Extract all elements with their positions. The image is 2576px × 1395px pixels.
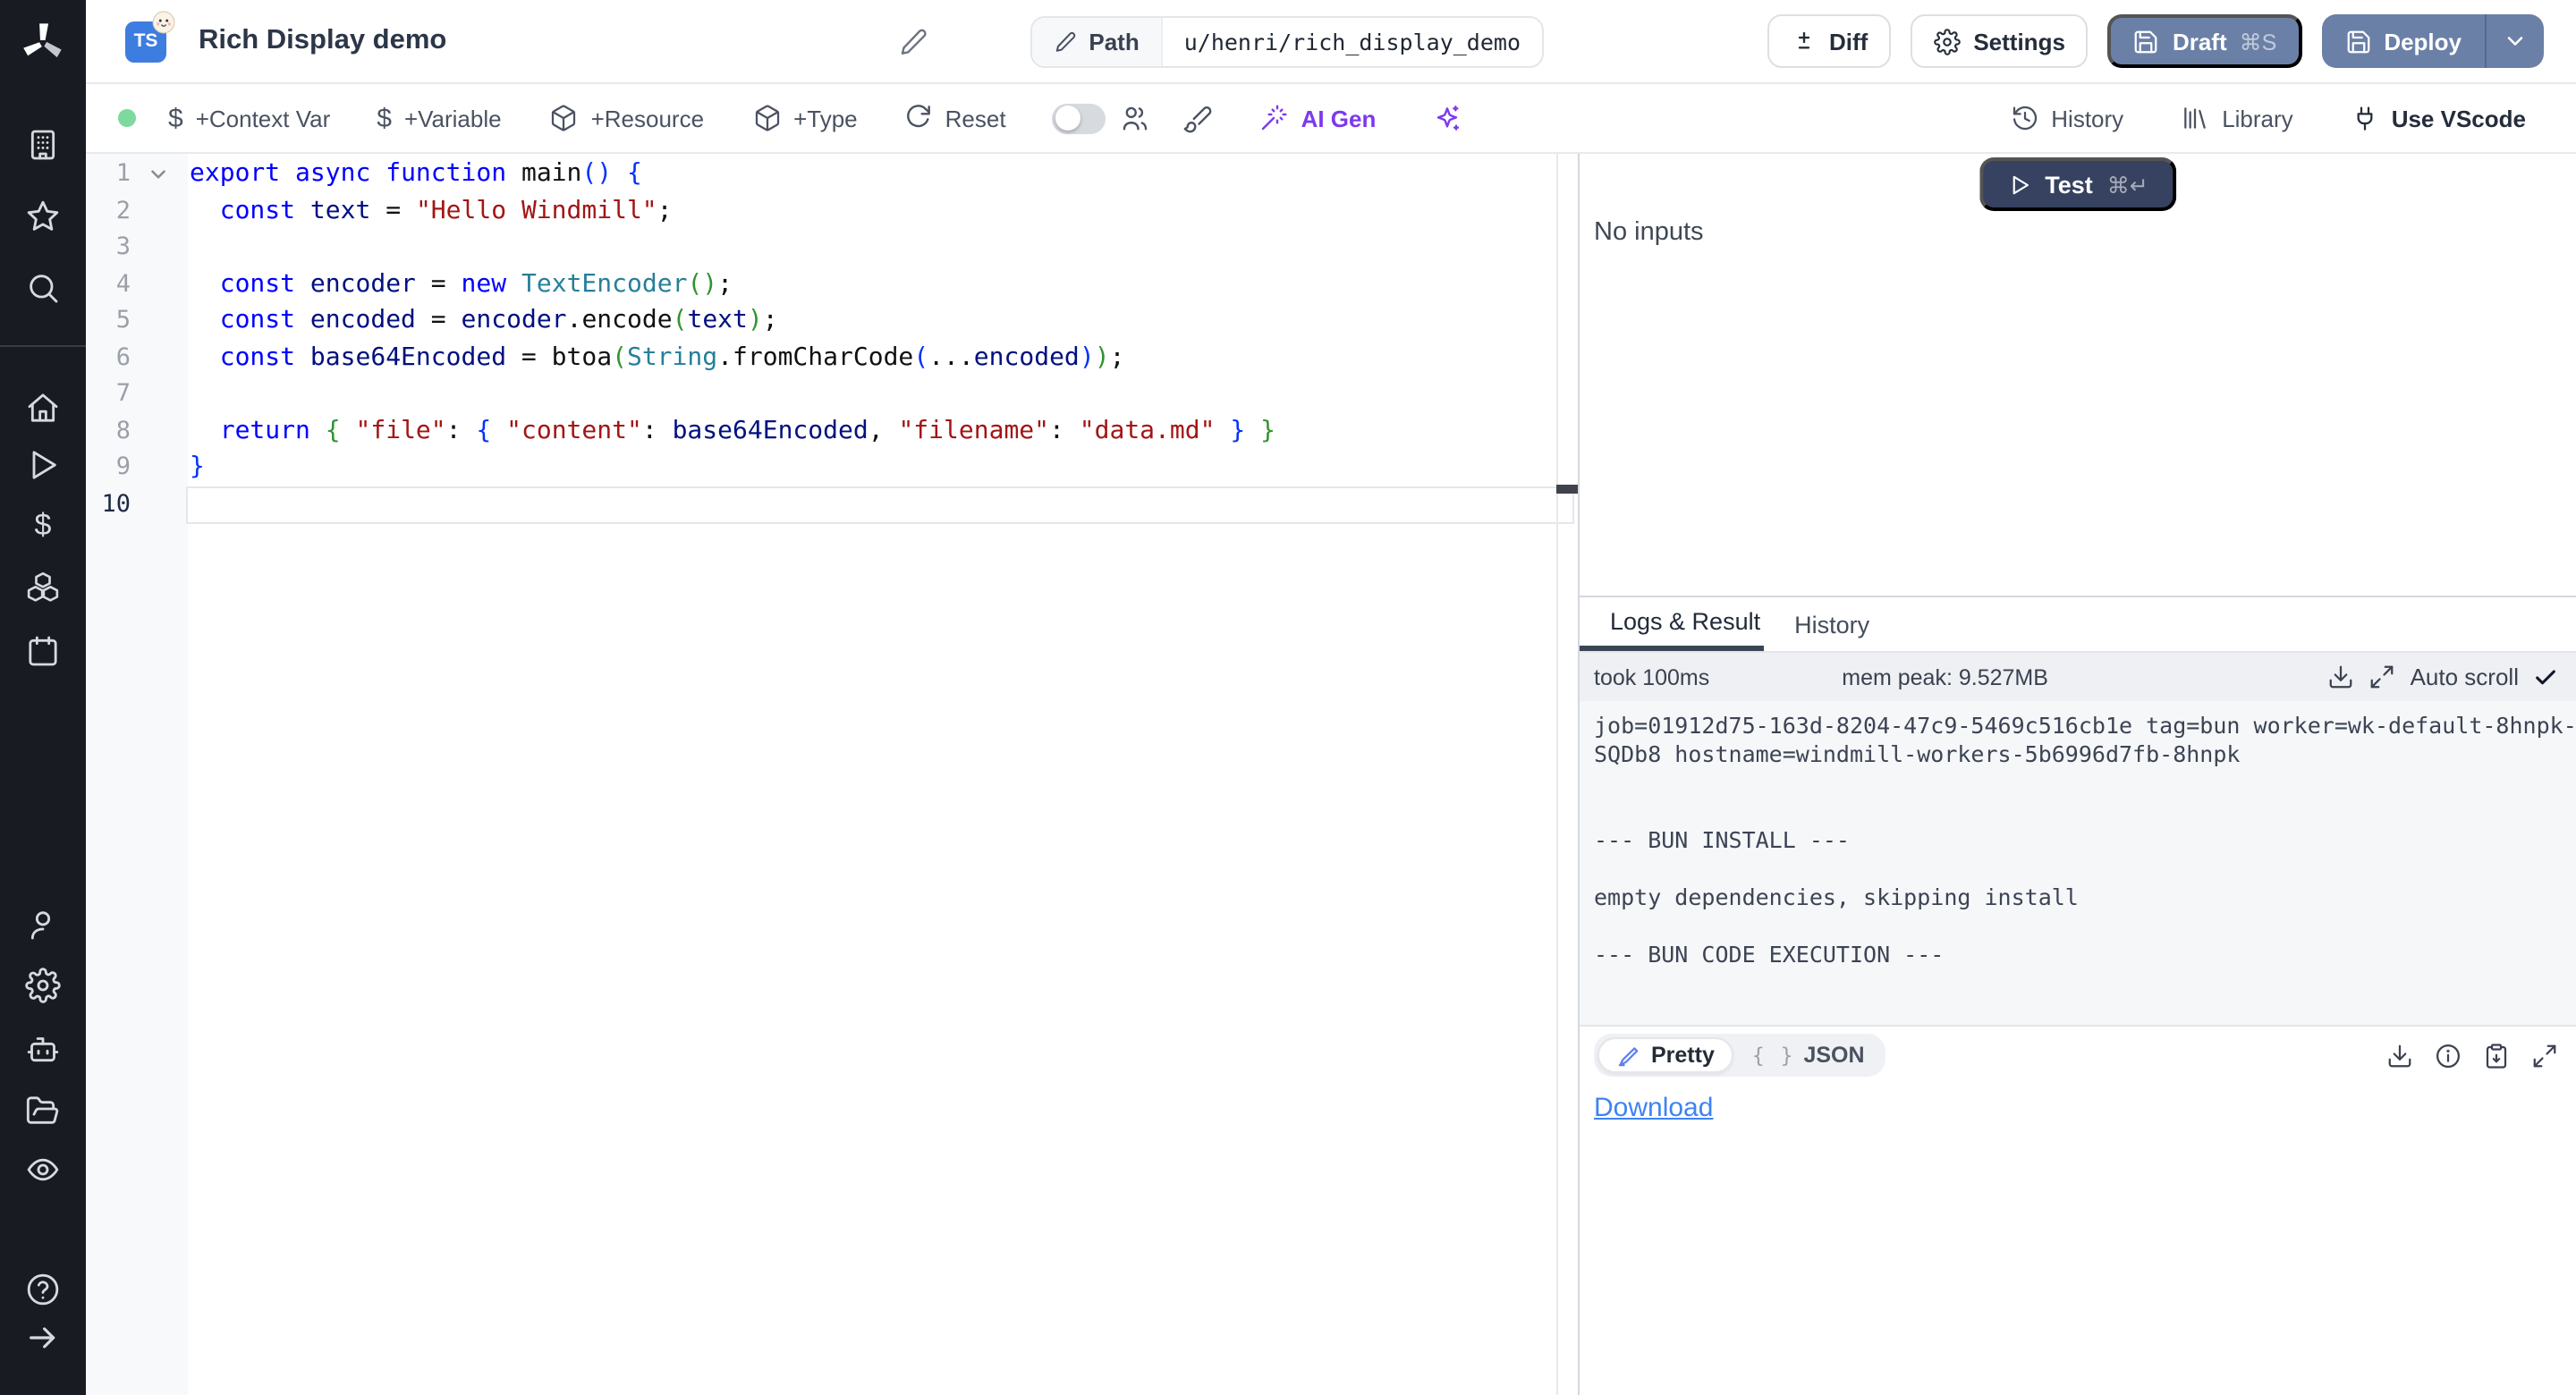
pencil-icon <box>1053 30 1076 53</box>
deploy-dropdown-button[interactable] <box>2485 14 2544 68</box>
braces-icon: { } <box>1752 1043 1795 1068</box>
expand-logs-icon[interactable] <box>2369 664 2396 690</box>
test-shortcut: ⌘↵ <box>2107 171 2148 198</box>
topbar: TS Rich Display demo Path u/henri/rich_d… <box>86 0 2576 84</box>
test-button[interactable]: Test ⌘↵ <box>1979 157 2177 211</box>
users-icon[interactable] <box>1121 103 1151 133</box>
path-value[interactable]: u/henri/rich_display_demo <box>1163 17 1542 65</box>
sidebar-item-settings[interactable] <box>25 968 61 1003</box>
emoji-face-icon <box>152 10 175 33</box>
path-label: Path <box>1031 17 1162 65</box>
result-viewer: Pretty { } JSON <box>1580 1025 2576 1395</box>
add-resource-button[interactable]: +Resource <box>550 104 704 132</box>
dollar-icon: $ <box>377 103 392 133</box>
magic-wand-icon <box>1260 104 1289 132</box>
sidebar-item-search[interactable] <box>25 270 61 306</box>
dollar-icon: $ <box>168 103 183 133</box>
code-lines[interactable]: export async function main() { const tex… <box>190 156 1553 522</box>
download-result-icon[interactable] <box>2386 1042 2413 1069</box>
refresh-icon <box>904 104 933 132</box>
sidebar-divider <box>0 345 86 347</box>
path-field[interactable]: Path u/henri/rich_display_demo <box>1030 15 1544 67</box>
package-icon <box>752 104 781 132</box>
library-icon <box>2181 104 2209 132</box>
use-vscode-button[interactable]: Use VScode <box>2351 104 2526 132</box>
download-logs-icon[interactable] <box>2328 664 2355 690</box>
inputs-panel: Test ⌘↵ No inputs <box>1580 154 2576 596</box>
line-numbers: 12345678910 <box>86 156 131 522</box>
view-pretty-button[interactable]: Pretty <box>1597 1037 1734 1073</box>
diff-icon <box>1790 28 1817 55</box>
sidebar-item-audit-logs[interactable] <box>25 1152 61 1188</box>
windmill-app: $ TS <box>0 0 2576 1395</box>
sidebar-item-home[interactable] <box>25 390 61 426</box>
sidebar-item-schedules[interactable] <box>25 633 61 669</box>
package-icon <box>550 104 579 132</box>
history-icon <box>2010 104 2038 132</box>
add-variable-button[interactable]: $ +Variable <box>377 103 501 133</box>
view-json-button[interactable]: { } JSON <box>1734 1039 1883 1071</box>
result-view-switch: Pretty { } JSON <box>1594 1034 1886 1077</box>
sidebar-item-help[interactable] <box>25 1272 61 1307</box>
settings-button[interactable]: Settings <box>1911 14 2089 68</box>
edit-title-pencil-icon[interactable] <box>897 26 928 56</box>
run-panel: Test ⌘↵ No inputs Logs & Result History … <box>1580 154 2576 1395</box>
add-type-button[interactable]: +Type <box>752 104 858 132</box>
code-editor[interactable]: 12345678910 export async function main()… <box>86 154 1580 1395</box>
draft-button[interactable]: Draft ⌘S <box>2108 14 2301 68</box>
diff-mode-toggle[interactable] <box>1053 103 1106 133</box>
fold-chevron-icon[interactable] <box>147 163 170 186</box>
results-panel: Logs & Result History took 100ms mem pea… <box>1580 596 2576 1395</box>
auto-scroll-label[interactable]: Auto scroll <box>2411 664 2519 690</box>
results-tabs: Logs & Result History <box>1580 597 2576 653</box>
deploy-split-button: Deploy <box>2321 14 2544 68</box>
sidebar: $ <box>0 0 86 1395</box>
page-title: Rich Display demo <box>199 25 446 57</box>
sidebar-item-workspace[interactable] <box>25 127 61 163</box>
sparkles-icon[interactable] <box>1433 104 1462 132</box>
sidebar-item-resources[interactable] <box>25 571 61 606</box>
deploy-button[interactable]: Deploy <box>2321 14 2485 68</box>
typescript-badge-icon: TS <box>125 21 166 62</box>
save-icon <box>2133 28 2160 55</box>
tab-history[interactable]: History <box>1791 597 1873 651</box>
add-context-var-button[interactable]: $ +Context Var <box>168 103 330 133</box>
editor-toolbar: $ +Context Var $ +Variable +Resource +Ty… <box>86 84 2576 154</box>
sidebar-item-workers[interactable] <box>25 1032 61 1068</box>
play-icon <box>2007 173 2030 196</box>
gear-icon <box>1934 28 1961 55</box>
info-icon[interactable] <box>2435 1042 2462 1069</box>
sidebar-expand-icon[interactable] <box>25 1320 61 1356</box>
overview-ruler-cursor-mark <box>1556 485 1578 493</box>
job-log-output[interactable]: job=01912d75-163d-8204-47c9-5469c516cb1e… <box>1580 701 2576 1025</box>
chevron-down-icon <box>2503 29 2528 54</box>
sidebar-item-runs[interactable] <box>25 447 61 483</box>
save-icon <box>2344 28 2371 55</box>
copy-clipboard-icon[interactable] <box>2483 1042 2510 1069</box>
status-dot-icon <box>118 109 136 127</box>
reset-button[interactable]: Reset <box>904 104 1006 132</box>
tab-logs-result[interactable]: Logs & Result <box>1580 597 1764 651</box>
quill-pen-icon <box>1617 1043 1642 1068</box>
expand-result-icon[interactable] <box>2531 1042 2558 1069</box>
auto-scroll-check-icon[interactable] <box>2533 664 2558 689</box>
windmill-logo-icon[interactable] <box>20 20 66 66</box>
no-inputs-label: No inputs <box>1594 218 1704 247</box>
diff-button[interactable]: Diff <box>1767 14 1891 68</box>
sidebar-item-favorites[interactable] <box>25 199 61 234</box>
ai-gen-button[interactable]: AI Gen <box>1260 104 1377 132</box>
download-result-link[interactable]: Download <box>1594 1093 1713 1123</box>
library-button[interactable]: Library <box>2181 104 2293 132</box>
format-brush-icon[interactable] <box>1183 103 1214 133</box>
sidebar-item-variables[interactable]: $ <box>25 508 61 544</box>
overview-ruler <box>1556 154 1558 1395</box>
took-label: took 100ms <box>1594 664 1709 689</box>
plug-icon <box>2351 104 2379 132</box>
run-meta-bar: took 100ms mem peak: 9.527MB Auto scroll <box>1580 653 2576 701</box>
draft-shortcut: ⌘S <box>2240 28 2277 55</box>
sidebar-item-users[interactable] <box>25 907 61 943</box>
mem-peak-label: mem peak: 9.527MB <box>1842 664 2048 689</box>
sidebar-item-folders[interactable] <box>25 1093 61 1129</box>
history-button[interactable]: History <box>2010 104 2123 132</box>
